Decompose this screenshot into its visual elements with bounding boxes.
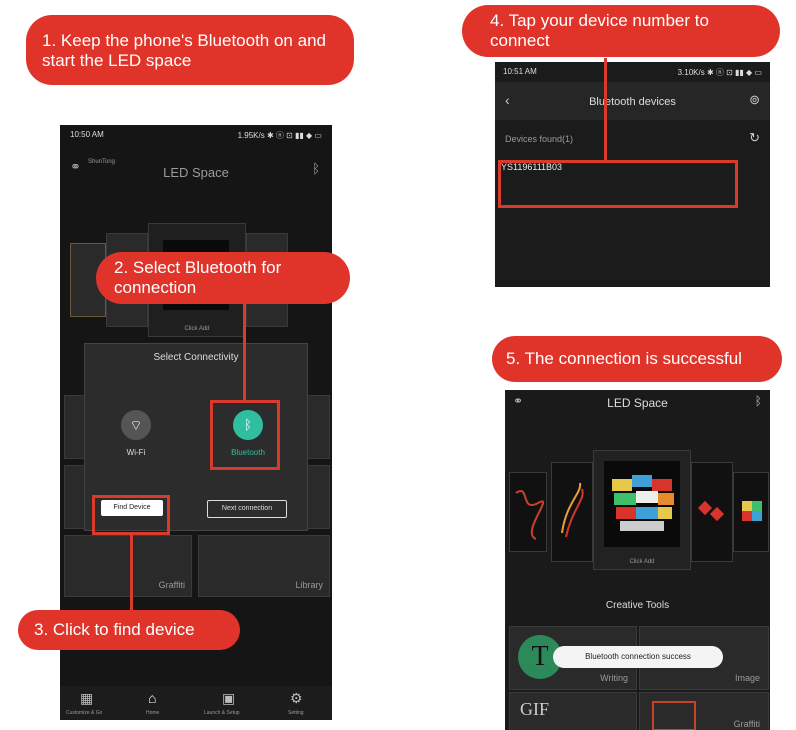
status-bar: 10:51 AM 3.10K/s ✱ ⓝ ⊡ ▮▮ ◆ ▭ [495,62,770,82]
scan-icon[interactable]: ⊚ [749,92,760,108]
connection-success-toast: Bluetooth connection success [553,646,723,668]
library-tile[interactable]: Library [198,535,330,597]
status-icons: 1.95K/s ✱ ⓝ ⊡ ▮▮ ◆ ▭ [237,131,322,140]
preview-art-icon [561,482,584,538]
tab-label: Launch & Setup [204,710,240,716]
step2-callout: 2. Select Bluetooth for connection [96,252,350,304]
connector-line [130,535,133,613]
wifi-label: Wi-Fi [126,448,146,457]
status-time: 10:50 AM [70,130,104,139]
connection-success-screenshot: ⚭ LED Space ᛒ Click Add Creative Tools T… [505,390,770,730]
graffiti-label: Graffiti [158,580,185,590]
bluetooth-icon[interactable]: ᛒ [755,394,762,408]
bluetooth-highlight-box [210,400,280,470]
tab-bar: ▦ Customize & Go ⌂ Home ▣ Launch & Setup… [60,686,332,720]
status-bar: 10:50 AM 1.95K/s ✱ ⓝ ⊡ ▮▮ ◆ ▭ [60,125,332,145]
graffiti-label: Graffiti [733,719,760,729]
center-tile-caption: Click Add [184,326,210,332]
carousel-tile-center[interactable]: Click Add [593,450,691,570]
writing-label: Writing [600,673,628,683]
settings-gear-icon[interactable]: ⚙ [290,690,303,707]
status-icons: 3.10K/s ✱ ⓝ ⊡ ▮▮ ◆ ▭ [677,68,762,77]
carousel-tile[interactable] [551,462,593,562]
tile-preview [604,461,680,547]
gif-icon: GIF [520,699,550,719]
nav-header: ‹ Bluetooth devices ⊚ [495,82,770,120]
tab-label: Customize & Go [66,710,103,716]
tab-label: Home [146,710,160,716]
preview-art-icon [697,500,725,522]
image-label: Image [734,673,760,683]
launch-icon[interactable]: ▣ [222,690,235,707]
wifi-icon[interactable]: ⌔ [121,410,151,440]
carousel-tile[interactable] [509,472,547,552]
bluetooth-icon[interactable]: ᛒ [312,161,320,176]
step3-callout: 3. Click to find device [18,610,240,650]
section-title: Creative Tools [605,600,670,611]
connector-line [604,58,607,162]
step1-callout: 1. Keep the phone's Bluetooth on and sta… [26,15,354,85]
preview-art-icon [515,490,545,540]
library-label: Library [295,580,323,590]
page-title: Bluetooth devices [589,96,676,108]
dialog-title: Select Connectivity [153,352,239,363]
graffiti-tile[interactable]: Graffiti [64,535,192,597]
app-title: LED Space [163,165,229,180]
devices-found-label: Devices found(1) [505,134,574,144]
customize-icon[interactable]: ▦ [80,690,93,707]
next-connection-button[interactable]: Next connection [207,500,287,518]
gif-tile[interactable]: GIF [509,692,637,730]
app-title: LED Space [607,396,668,410]
device-highlight-box [498,160,738,208]
connector-line [243,302,246,400]
preview-art-icon [742,501,762,521]
home-icon[interactable]: ⌂ [148,690,156,706]
graffiti-image-icon [652,701,696,730]
step4-callout: 4. Tap your device number to connect [462,5,780,57]
status-time: 10:51 AM [503,67,537,76]
tab-label: Setting [288,710,304,716]
graffiti-tile[interactable]: Graffiti [639,692,769,730]
carousel-tile[interactable] [733,472,769,552]
center-tile-caption: Click Add [629,559,655,565]
step5-callout: 5. The connection is successful [492,336,782,382]
refresh-icon[interactable]: ↻ [749,130,760,146]
preview-blocks-icon [612,475,674,531]
find-device-highlight-box [92,495,170,535]
carousel-tile[interactable] [691,462,733,562]
